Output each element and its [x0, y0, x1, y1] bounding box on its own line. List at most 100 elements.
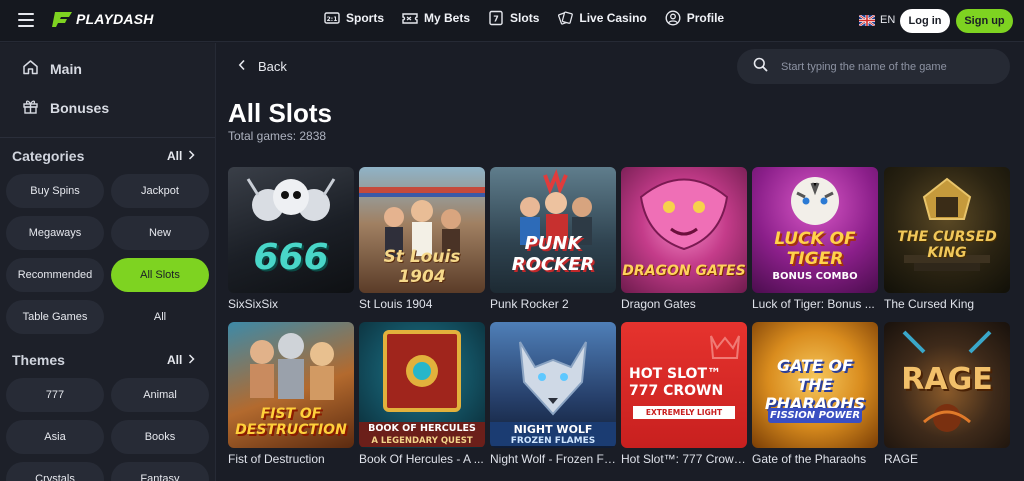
total-games-count: Total games: 2838 — [228, 129, 327, 143]
theme-asia[interactable]: Asia — [6, 420, 104, 454]
game-card-dragon-gates[interactable]: DRAGON GATES Dragon Gates — [621, 167, 747, 311]
game-title: Fist of Destruction — [228, 452, 325, 466]
brand-logo[interactable]: PLAYDASH — [52, 10, 154, 28]
themes-all-label: All — [167, 353, 183, 367]
game-thumbnail: PUNK ROCKER — [490, 167, 616, 293]
theme-777[interactable]: 777 — [6, 378, 104, 412]
game-thumbnail: LUCK OF TIGER BONUS COMBO — [752, 167, 878, 293]
chevron-right-icon — [188, 353, 195, 367]
game-thumbnail: FIST OF DESTRUCTION — [228, 322, 354, 448]
game-search — [737, 49, 1010, 84]
sports-icon: 2:1 — [324, 10, 340, 26]
category-all[interactable]: All — [111, 300, 209, 334]
page-title: All Slots — [228, 98, 333, 128]
category-megaways[interactable]: Megaways — [6, 216, 104, 250]
game-card-sixsixsix[interactable]: 666 SixSixSix — [228, 167, 354, 311]
theme-animal[interactable]: Animal — [111, 378, 209, 412]
game-thumbnail: 666 — [228, 167, 354, 293]
category-buy-spins[interactable]: Buy Spins — [6, 174, 104, 208]
theme-books[interactable]: Books — [111, 420, 209, 454]
game-title: St Louis 1904 — [359, 297, 433, 311]
search-icon — [753, 57, 768, 77]
game-card-fist-of-destruction[interactable]: FIST OF DESTRUCTION Fist of Destruction — [228, 322, 354, 466]
game-art-subtext: FROZEN FLAMES — [490, 436, 616, 446]
game-title: Punk Rocker 2 — [490, 297, 569, 311]
game-thumbnail: THE CURSED KING — [884, 167, 1010, 293]
menu-icon[interactable] — [18, 13, 34, 27]
game-art-text: HOT SLOT™ 777 CROWN — [629, 366, 724, 399]
signup-button[interactable]: Sign up — [956, 9, 1013, 33]
chevron-left-icon — [238, 59, 246, 74]
game-title: RAGE — [884, 452, 919, 466]
search-input[interactable] — [781, 60, 1001, 73]
game-art-text: GATE OF THE PHARAOHS — [764, 356, 866, 413]
category-recommended[interactable]: Recommended — [6, 258, 104, 292]
cards-icon — [557, 10, 574, 26]
game-art-text: THE CURSED KING — [897, 229, 997, 261]
categories-all-link[interactable]: All — [167, 149, 195, 163]
chevron-right-icon — [188, 149, 195, 163]
game-art-text: LUCK OF TIGER — [774, 229, 856, 269]
sidebar-item-main[interactable]: Main — [22, 59, 82, 78]
theme-fantasy[interactable]: Fantasy — [111, 462, 209, 481]
game-thumbnail: HOT SLOT™ 777 CROWN EXTREMELY LIGHT — [621, 322, 747, 448]
theme-crystals[interactable]: Crystals — [6, 462, 104, 481]
sidebar-item-bonuses[interactable]: Bonuses — [22, 98, 109, 117]
game-card-gate-of-the-pharaohs[interactable]: GATE OF THE PHARAOHS FISSION POWER Gate … — [752, 322, 878, 466]
nav-sports-label: Sports — [346, 11, 385, 25]
login-button[interactable]: Log in — [900, 9, 950, 33]
nav-live-casino-label: Live Casino — [579, 11, 647, 25]
categories-all-label: All — [167, 149, 183, 163]
game-title: SixSixSix — [228, 297, 279, 311]
game-art-text: RAGE — [901, 362, 993, 397]
back-label: Back — [258, 59, 287, 74]
main-nav: 2:1 Sports My Bets 7 Slots Live Casino P… — [324, 10, 724, 26]
game-title: Dragon Gates — [621, 297, 696, 311]
back-button[interactable]: Back — [238, 59, 287, 74]
game-art-text: St Louis 1904 — [383, 247, 461, 287]
game-art-subtext: FISSION POWER — [768, 408, 862, 423]
game-thumbnail: DRAGON GATES — [621, 167, 747, 293]
game-title: The Cursed King — [884, 297, 975, 311]
game-art-subtext: BONUS COMBO — [772, 271, 858, 282]
game-card-rage[interactable]: RAGE RAGE — [884, 322, 1010, 466]
game-thumbnail: RAGE — [884, 322, 1010, 448]
top-bar: PLAYDASH 2:1 Sports My Bets 7 Slots Live… — [0, 0, 1024, 42]
sidebar-divider — [0, 137, 215, 138]
game-art-text: FIST OF DESTRUCTION — [235, 406, 347, 438]
uk-flag-icon — [859, 14, 875, 26]
game-card-luck-of-tiger[interactable]: LUCK OF TIGER BONUS COMBO Luck of Tiger:… — [752, 167, 878, 311]
language-code: EN — [880, 14, 896, 26]
brand-name: PLAYDASH — [76, 11, 154, 27]
game-card-the-cursed-king[interactable]: THE CURSED KING The Cursed King — [884, 167, 1010, 311]
nav-my-bets-label: My Bets — [424, 11, 471, 25]
category-new[interactable]: New — [111, 216, 209, 250]
sidebar-item-main-label: Main — [50, 60, 82, 77]
themes-all-link[interactable]: All — [167, 353, 195, 367]
nav-sports[interactable]: 2:1 Sports — [324, 10, 384, 26]
category-table-games[interactable]: Table Games — [6, 300, 104, 334]
game-card-book-of-hercules[interactable]: BOOK OF HERCULES A LEGENDARY QUEST Book … — [359, 322, 485, 466]
nav-profile[interactable]: Profile — [665, 10, 724, 26]
category-all-slots[interactable]: All Slots — [111, 258, 209, 292]
game-card-night-wolf[interactable]: NIGHT WOLF FROZEN FLAMES Night Wolf - Fr… — [490, 322, 616, 466]
svg-text:7: 7 — [493, 15, 499, 24]
game-card-st-louis-1904[interactable]: St Louis 1904 St Louis 1904 — [359, 167, 485, 311]
nav-slots[interactable]: 7 Slots — [488, 10, 539, 26]
nav-live-casino[interactable]: Live Casino — [557, 10, 647, 26]
game-art-text: DRAGON GATES — [622, 263, 746, 279]
language-selector[interactable]: EN — [859, 14, 895, 26]
game-title: Gate of the Pharaohs — [752, 452, 867, 466]
game-card-punk-rocker-2[interactable]: PUNK ROCKER Punk Rocker 2 — [490, 167, 616, 311]
game-art-text: 666 — [253, 237, 329, 278]
category-jackpot[interactable]: Jackpot — [111, 174, 209, 208]
game-thumbnail: BOOK OF HERCULES A LEGENDARY QUEST — [359, 322, 485, 448]
themes-title: Themes — [12, 352, 65, 368]
svg-text:2:1: 2:1 — [327, 16, 338, 23]
nav-my-bets[interactable]: My Bets — [402, 10, 470, 26]
slots-icon: 7 — [488, 10, 504, 26]
nav-slots-label: Slots — [510, 11, 540, 25]
game-card-hot-slot-777-crown[interactable]: HOT SLOT™ 777 CROWN EXTREMELY LIGHT Hot … — [621, 322, 747, 466]
game-title: Luck of Tiger: Bonus ... — [752, 297, 875, 311]
game-title: Book Of Hercules - A ... — [359, 452, 484, 466]
